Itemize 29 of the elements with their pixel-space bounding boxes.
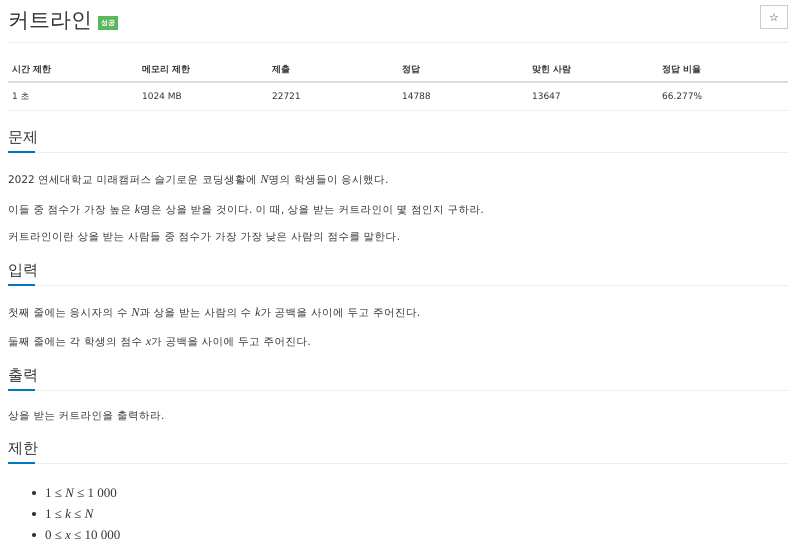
paragraph: 상을 받는 커트라인을 출력하라. <box>8 410 166 422</box>
paragraph: 둘째 줄에는 각 학생의 점수 x가 공백을 사이에 두고 주어진다. <box>8 335 312 349</box>
bullet-icon <box>32 490 36 495</box>
table-cell: 13647 <box>528 82 658 110</box>
table-cell: 14788 <box>398 82 528 110</box>
column-header: 제출 <box>268 59 398 82</box>
table-cell: 22721 <box>268 82 398 110</box>
paragraph: 첫째 줄에는 응시자의 수 N과 상을 받는 사람의 수 k가 공백을 사이에 두고 주어진다. <box>8 306 422 320</box>
column-header: 정답 비율 <box>658 59 788 82</box>
bullet-icon <box>32 532 36 537</box>
constraint-text: 1 ≤ N ≤ 1 000 <box>45 484 117 501</box>
column-header: 정답 <box>398 59 528 82</box>
constraint-text: 1 ≤ k ≤ N <box>45 506 94 522</box>
table-cell: 1024 MB <box>138 82 268 110</box>
section-heading: 출력 <box>8 366 35 391</box>
bullet-icon <box>32 512 36 516</box>
table-cell: 1 초 <box>8 82 138 110</box>
column-header: 맞힌 사람 <box>528 59 658 82</box>
section-heading: 문제 <box>8 128 35 153</box>
paragraph: 커트라인이란 상을 받는 사람들 중 점수가 가장 가장 낮은 사람의 점수를 말한다. <box>8 232 402 244</box>
column-header: 시간 제한 <box>8 59 138 82</box>
paragraph: 2022 연세대학교 미래캠퍼스 슬기로운 코딩생활에 N명의 학생들이 응시했다. <box>8 173 390 187</box>
section-heading: 입력 <box>8 260 35 286</box>
paragraph: 이들 중 점수가 가장 높은 k명은 상을 받을 것이다. 이 때, 상을 받는 커트라인이 몇 점인지 구하라. <box>8 202 485 216</box>
favorite-button[interactable]: ☆ <box>760 5 788 29</box>
constraint-text: 0 ≤ x ≤ 10 000 <box>45 526 120 543</box>
problem-title: 커트라인 <box>8 7 92 34</box>
column-header: 메모리 제한 <box>138 59 268 82</box>
table-cell: 66.277% <box>658 82 788 110</box>
